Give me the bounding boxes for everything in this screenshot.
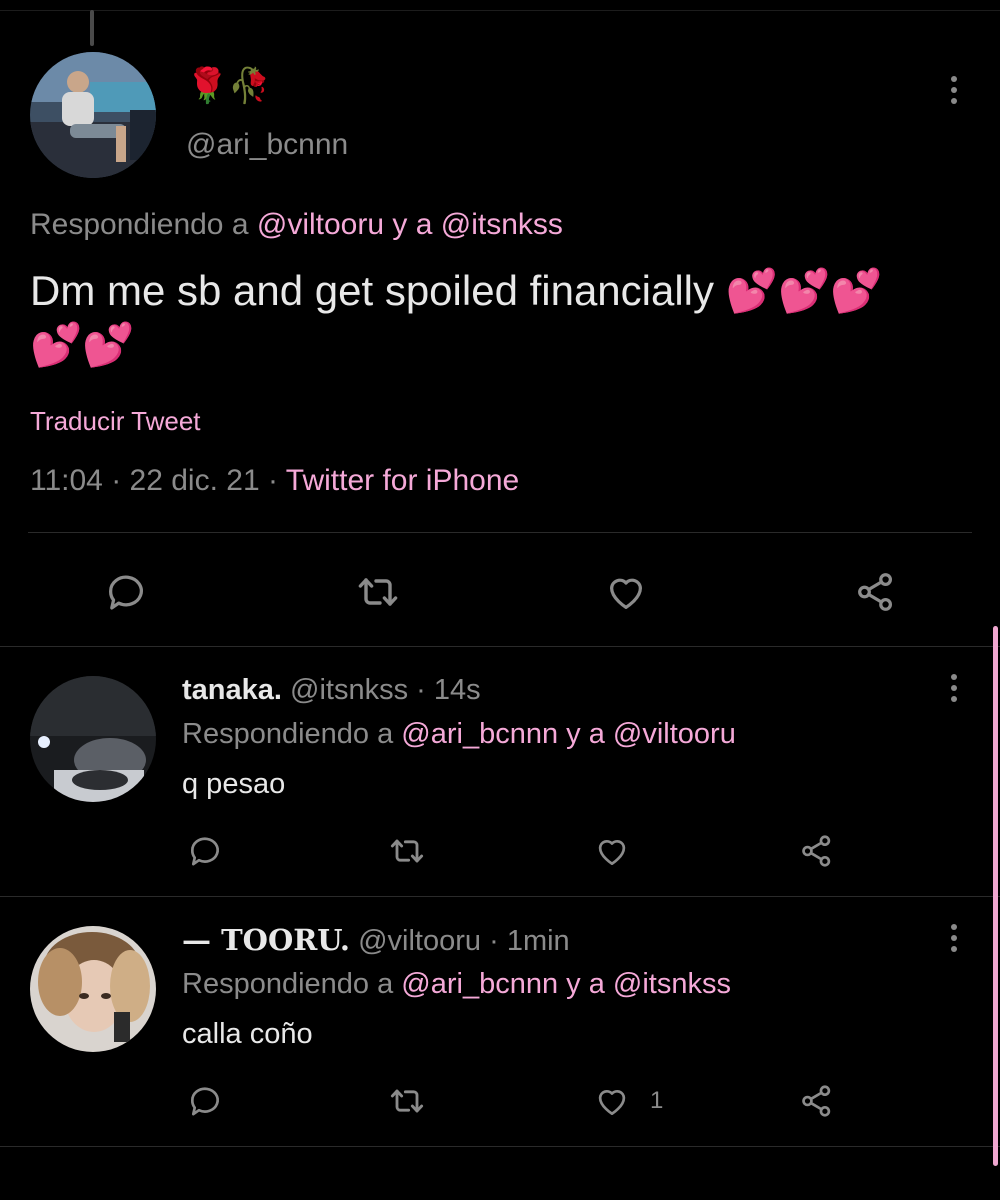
tweet-date[interactable]: 22 dic. 21 bbox=[130, 464, 260, 497]
reply-icon[interactable] bbox=[184, 1080, 226, 1122]
retweet-icon[interactable] bbox=[386, 830, 428, 872]
replying-and: y a bbox=[392, 208, 433, 241]
replying-user-link[interactable]: @viltooru bbox=[257, 208, 384, 241]
more-options-icon[interactable] bbox=[944, 920, 964, 956]
share-icon[interactable] bbox=[796, 830, 838, 872]
meta-separator: · bbox=[111, 464, 122, 497]
replying-and: y a bbox=[566, 968, 605, 1000]
replying-user-link[interactable]: @itsnkss bbox=[441, 208, 563, 241]
translate-tweet-link[interactable]: Traducir Tweet bbox=[30, 406, 201, 437]
reply-header: — TOORU. @viltooru · 1min bbox=[182, 922, 570, 959]
more-options-icon[interactable] bbox=[944, 72, 964, 108]
replying-prefix: Respondiendo a bbox=[182, 718, 394, 750]
reply-name[interactable]: — TOORU. bbox=[182, 923, 350, 957]
meta-separator: · bbox=[416, 674, 426, 706]
scrollbar[interactable] bbox=[993, 626, 998, 1166]
share-icon[interactable] bbox=[850, 566, 902, 618]
replying-to: Respondiendo a @ari_bcnnn y a @viltooru bbox=[182, 718, 736, 751]
reply-avatar[interactable] bbox=[30, 926, 156, 1052]
tweet-text-line: Dm me sb and get spoiled financially 💕💕💕 bbox=[30, 267, 883, 314]
reply-icon[interactable] bbox=[184, 830, 226, 872]
replying-user-link[interactable]: @ari_bcnnn bbox=[401, 968, 558, 1000]
author-avatar[interactable] bbox=[30, 52, 156, 178]
like-icon[interactable] bbox=[591, 1080, 633, 1122]
like-count: 1 bbox=[650, 1087, 664, 1114]
share-icon[interactable] bbox=[796, 1080, 838, 1122]
tweet-source[interactable]: Twitter for iPhone bbox=[286, 464, 519, 497]
reply-icon[interactable] bbox=[100, 566, 152, 618]
reply-handle[interactable]: @itsnkss bbox=[290, 674, 408, 706]
divider bbox=[0, 646, 1000, 647]
reply-avatar[interactable] bbox=[30, 676, 156, 802]
tweet-text-line: 💕💕 bbox=[30, 321, 135, 368]
reply-text: q pesao bbox=[182, 768, 286, 800]
replying-prefix: Respondiendo a bbox=[182, 968, 394, 1000]
tweet-text: Dm me sb and get spoiled financially 💕💕💕… bbox=[30, 264, 980, 372]
author-handle[interactable]: @ari_bcnnn bbox=[186, 128, 348, 162]
more-options-icon[interactable] bbox=[944, 670, 964, 706]
divider bbox=[0, 1146, 1000, 1147]
replying-and: y a bbox=[566, 718, 605, 750]
tweet-meta: 11:04 · 22 dic. 21 · Twitter for iPhone bbox=[30, 464, 519, 498]
reply-age[interactable]: 14s bbox=[434, 674, 481, 706]
reply-header: tanaka. @itsnkss · 14s bbox=[182, 672, 481, 708]
tweet-time[interactable]: 11:04 bbox=[30, 464, 103, 497]
thread-connector-line bbox=[90, 10, 94, 46]
replying-prefix: Respondiendo a bbox=[30, 208, 249, 241]
like-icon[interactable] bbox=[591, 830, 633, 872]
like-icon[interactable] bbox=[600, 566, 652, 618]
reply-age[interactable]: 1min bbox=[507, 925, 570, 957]
replying-to: Respondiendo a @viltooru y a @itsnkss bbox=[30, 208, 563, 242]
replying-user-link[interactable]: @viltooru bbox=[613, 718, 736, 750]
retweet-icon[interactable] bbox=[386, 1080, 428, 1122]
divider bbox=[28, 532, 972, 533]
replying-user-link[interactable]: @ari_bcnnn bbox=[401, 718, 558, 750]
reply-name[interactable]: tanaka. bbox=[182, 674, 282, 706]
reply-handle[interactable]: @viltooru bbox=[358, 925, 481, 957]
meta-separator: · bbox=[267, 464, 278, 497]
reply-text: calla coño bbox=[182, 1018, 313, 1050]
replying-to: Respondiendo a @ari_bcnnn y a @itsnkss bbox=[182, 968, 731, 1001]
replying-user-link[interactable]: @itsnkss bbox=[613, 968, 731, 1000]
author-display-name[interactable]: 🌹🥀 bbox=[186, 66, 271, 106]
meta-separator: · bbox=[489, 925, 499, 957]
divider bbox=[0, 896, 1000, 897]
retweet-icon[interactable] bbox=[352, 566, 404, 618]
top-border bbox=[0, 10, 1000, 11]
